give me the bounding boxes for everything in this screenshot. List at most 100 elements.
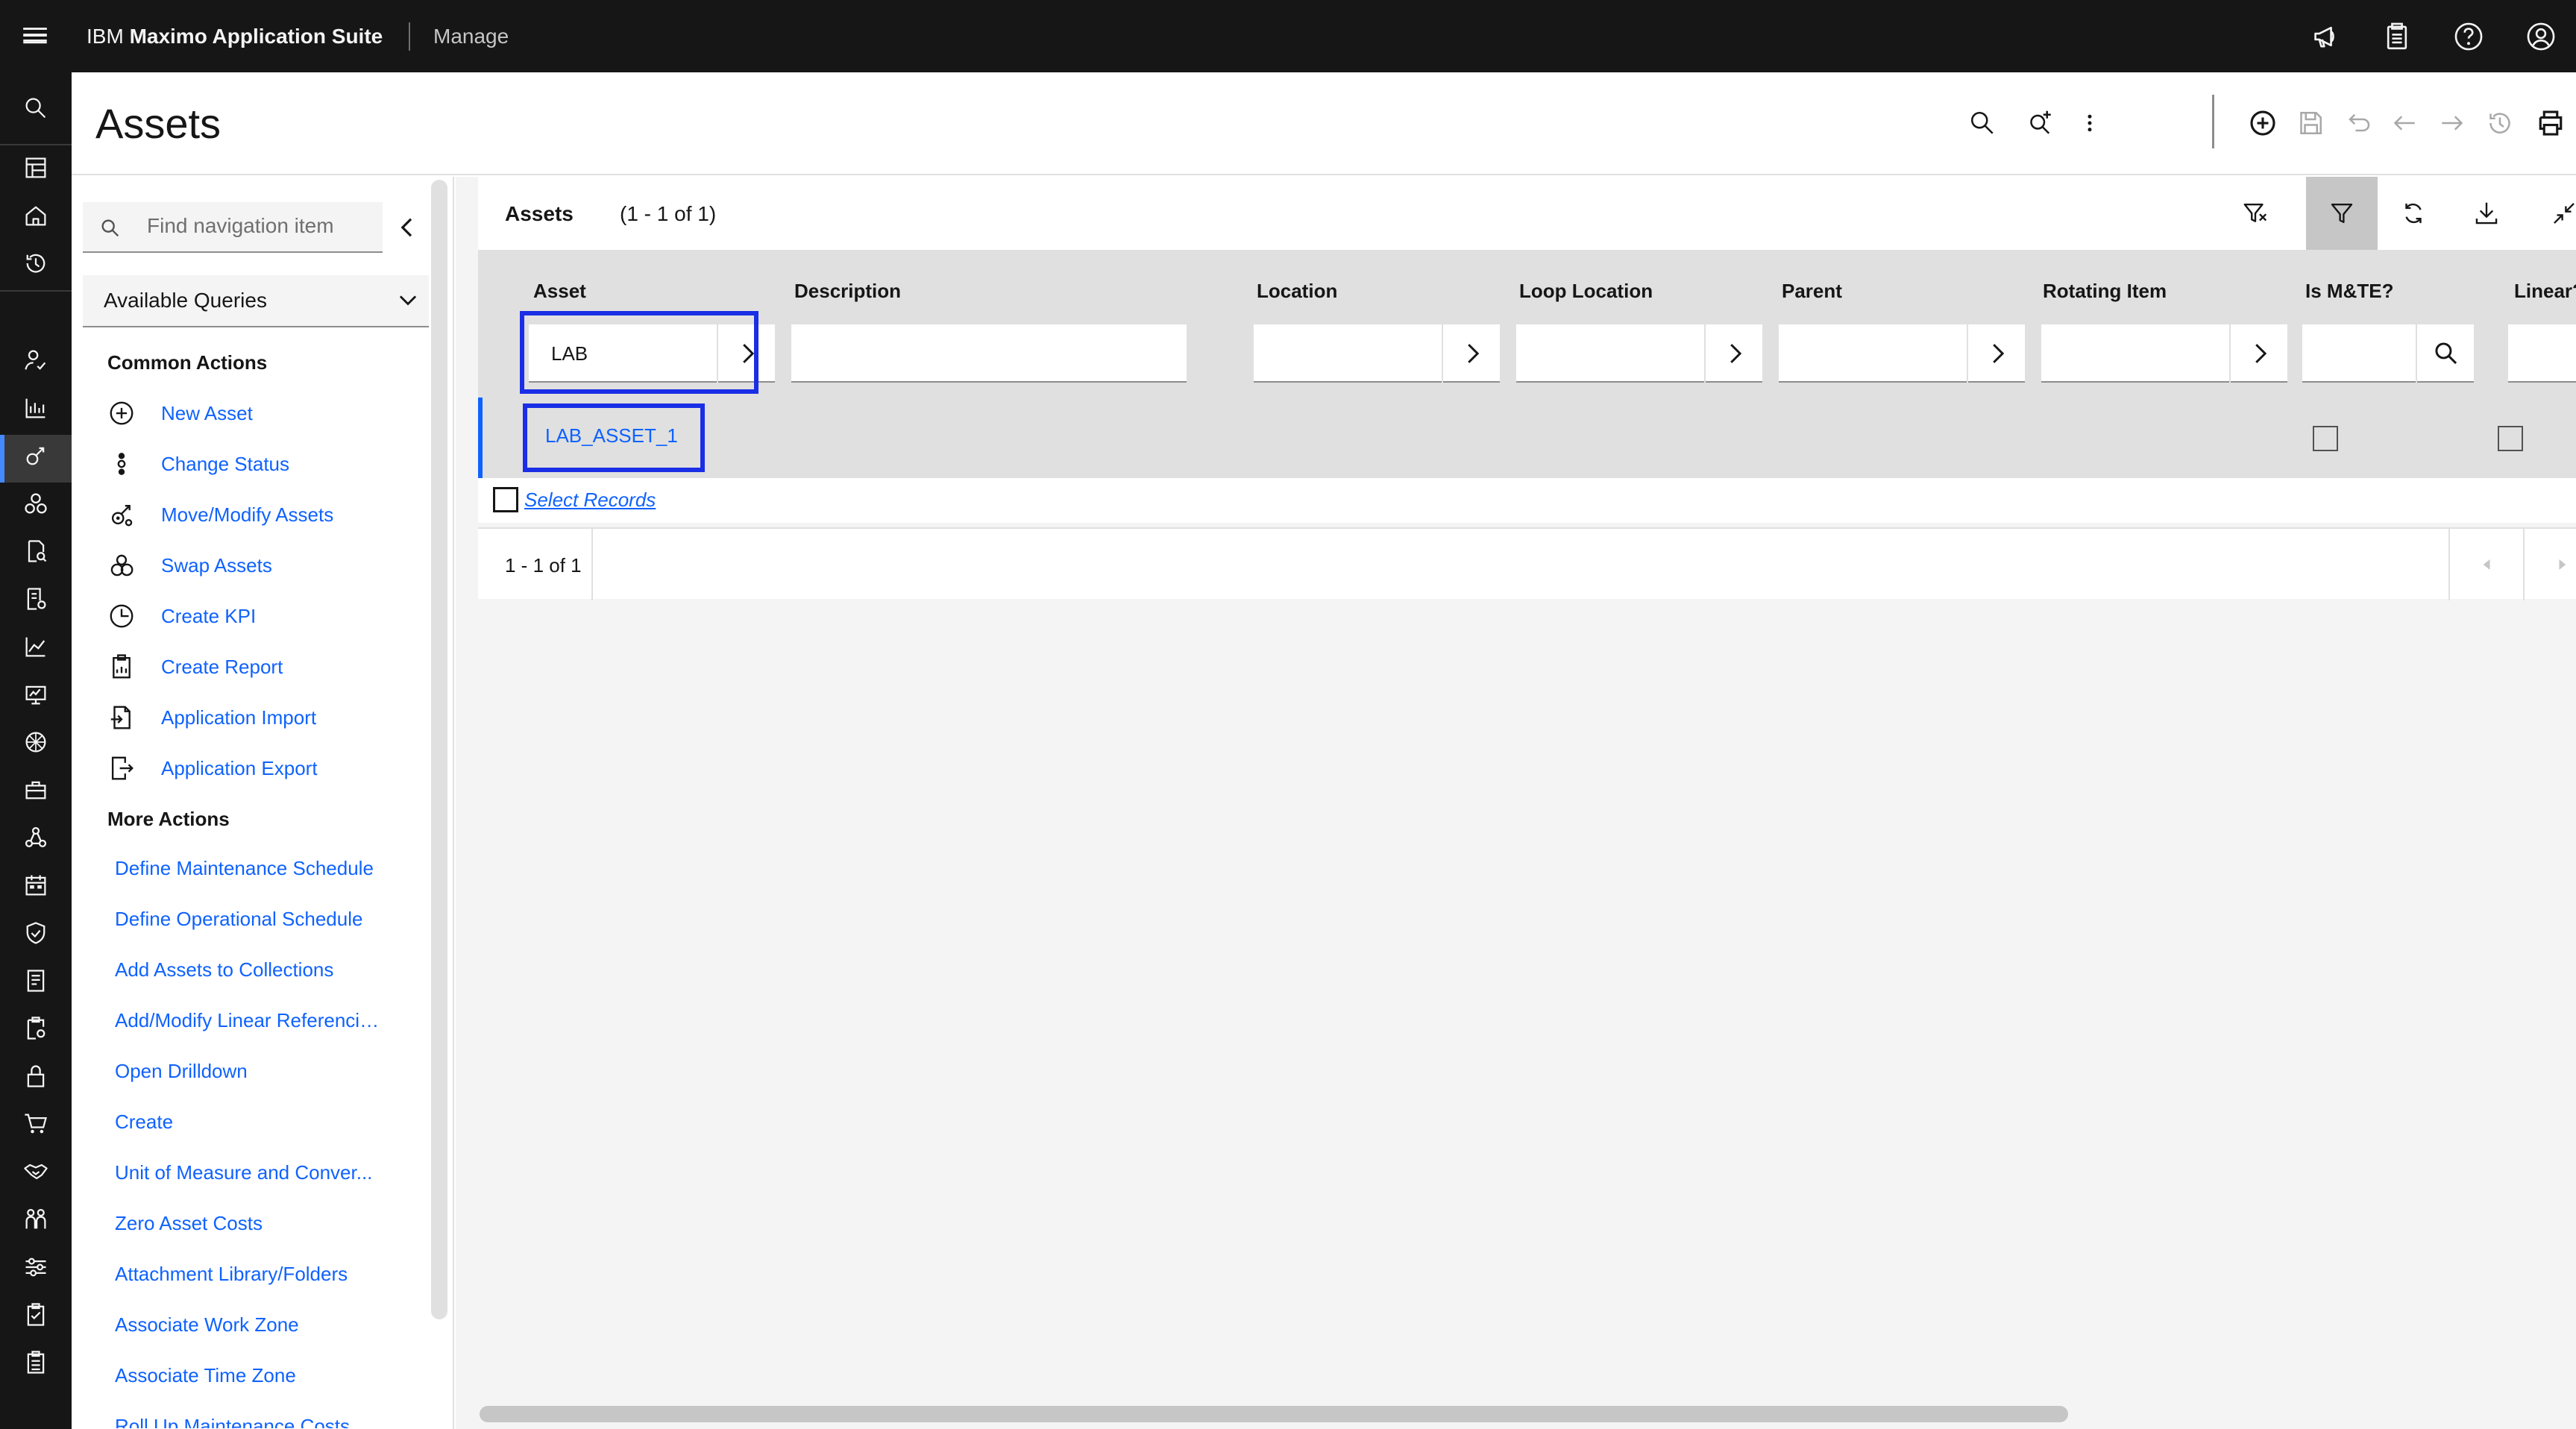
more-action-add-modify-linear-referencing[interactable]: Add/Modify Linear Referencin... — [115, 1003, 436, 1037]
help-icon[interactable] — [2453, 21, 2484, 52]
checklist-icon[interactable] — [22, 1301, 49, 1328]
collapse-panel-chevron-left-icon[interactable] — [392, 213, 422, 242]
calendar-icon[interactable] — [22, 872, 49, 899]
more-action-associate-time-zone[interactable]: Associate Time Zone — [115, 1358, 436, 1392]
more-action-open-drilldown[interactable]: Open Drilldown — [115, 1054, 436, 1088]
more-action-attachment-library[interactable]: Attachment Library/Folders — [115, 1257, 469, 1291]
column-header-loop-location[interactable]: Loop Location — [1519, 280, 1653, 303]
next-page-button[interactable] — [2523, 529, 2576, 600]
trend-chart-icon[interactable] — [22, 633, 49, 660]
more-action-zero-asset-costs[interactable]: Zero Asset Costs — [115, 1206, 436, 1240]
action-label: Change Status — [161, 453, 290, 475]
inspection-icon[interactable] — [22, 585, 49, 612]
hamburger-menu-icon[interactable] — [19, 21, 51, 52]
arrow-right-icon[interactable] — [2437, 108, 2467, 138]
work-order-icon[interactable] — [22, 538, 49, 565]
column-header-linear[interactable]: Linear? — [2514, 280, 2576, 303]
linear-filter-input[interactable] — [2508, 324, 2576, 383]
overflow-menu-icon[interactable] — [2075, 108, 2105, 138]
rotating-assets-icon[interactable] — [22, 490, 49, 517]
column-header-is-mte[interactable]: Is M&TE? — [2305, 280, 2393, 303]
column-header-rotating-item[interactable]: Rotating Item — [2043, 280, 2167, 303]
is-mte-filter-input[interactable] — [2302, 324, 2474, 383]
filter-toggle-active[interactable] — [2306, 177, 2378, 250]
toolbox-icon[interactable] — [22, 776, 49, 803]
user-avatar-icon[interactable] — [2525, 21, 2557, 52]
action-application-import[interactable]: Application Import — [107, 700, 436, 736]
people-icon[interactable] — [22, 1206, 49, 1233]
handshake-icon[interactable] — [22, 1158, 49, 1185]
home-icon[interactable] — [22, 202, 49, 229]
previous-page-button[interactable] — [2448, 529, 2523, 600]
clipboard-icon[interactable] — [2381, 21, 2413, 52]
analytics-icon[interactable] — [22, 395, 49, 421]
description-filter-input[interactable] — [791, 324, 1187, 383]
column-header-description[interactable]: Description — [794, 280, 901, 303]
search-icon[interactable] — [22, 95, 49, 122]
action-swap-assets[interactable]: Swap Assets — [107, 548, 436, 584]
column-header-parent[interactable]: Parent — [1782, 280, 1842, 303]
table-row[interactable]: LAB_ASSET_1 — [478, 398, 2576, 478]
dashboard-icon[interactable] — [22, 154, 49, 181]
find-navigation-search[interactable]: Find navigation item — [83, 202, 383, 253]
user-activity-icon[interactable] — [22, 347, 49, 374]
advanced-search-icon[interactable] — [2026, 108, 2055, 138]
settings-sliders-icon[interactable] — [22, 1254, 49, 1281]
report-list-icon[interactable] — [22, 1349, 49, 1376]
rotating-item-filter-input[interactable] — [2041, 324, 2287, 383]
more-action-unit-of-measure[interactable]: Unit of Measure and Conver... — [115, 1155, 469, 1190]
rotating-item-filter-lookup-button[interactable] — [2229, 324, 2287, 383]
loop-location-filter-lookup-button[interactable] — [1704, 324, 1762, 383]
more-action-define-maintenance-schedule[interactable]: Define Maintenance Schedule — [115, 851, 436, 885]
action-move-modify-assets[interactable]: Move/Modify Assets — [107, 497, 436, 533]
hierarchy-icon[interactable] — [22, 824, 49, 851]
print-icon[interactable] — [2536, 108, 2566, 138]
clear-filter-icon[interactable] — [2241, 199, 2269, 227]
assets-icon[interactable] — [22, 442, 49, 469]
parent-filter-lookup-button[interactable] — [1967, 324, 2025, 383]
document-icon[interactable] — [22, 967, 49, 994]
arrow-left-icon[interactable] — [2390, 108, 2419, 138]
action-create-report[interactable]: Create Report — [107, 650, 436, 685]
is-mte-filter-search-button[interactable] — [2416, 324, 2474, 383]
more-action-add-assets-to-collections[interactable]: Add Assets to Collections — [115, 952, 436, 987]
action-new-asset[interactable]: New Asset — [107, 396, 436, 432]
action-application-export[interactable]: Application Export — [107, 751, 436, 787]
is-mte-checkbox[interactable] — [2313, 426, 2338, 451]
more-action-define-operational-schedule[interactable]: Define Operational Schedule — [115, 902, 436, 936]
more-action-roll-up-maintenance-costs[interactable]: Roll Up Maintenance Costs — [115, 1409, 436, 1428]
shield-check-icon[interactable] — [22, 920, 49, 946]
location-filter-input[interactable] — [1254, 324, 1500, 383]
horizontal-scrollbar[interactable] — [480, 1406, 2068, 1422]
parent-filter-input[interactable] — [1779, 324, 2025, 383]
add-circle-icon[interactable] — [2248, 108, 2278, 138]
save-icon[interactable] — [2296, 108, 2325, 138]
shopping-cart-icon[interactable] — [22, 1111, 49, 1137]
history-icon[interactable] — [2485, 108, 2515, 138]
column-header-location[interactable]: Location — [1257, 280, 1337, 303]
linear-checkbox[interactable] — [2498, 426, 2523, 451]
minimize-icon[interactable] — [2550, 199, 2576, 227]
location-filter-lookup-button[interactable] — [1442, 324, 1500, 383]
refresh-icon[interactable] — [2399, 199, 2428, 227]
action-change-status[interactable]: Change Status — [107, 447, 436, 483]
more-action-create[interactable]: Create — [115, 1105, 469, 1139]
undo-icon[interactable] — [2343, 108, 2372, 138]
recent-history-icon[interactable] — [22, 250, 49, 277]
network-icon[interactable] — [22, 729, 49, 756]
download-icon[interactable] — [2472, 199, 2501, 227]
monitor-icon[interactable] — [22, 681, 49, 708]
lock-icon[interactable] — [22, 1063, 49, 1090]
column-header-asset[interactable]: Asset — [533, 280, 586, 303]
select-records-checkbox[interactable] — [493, 487, 518, 512]
search-icon[interactable] — [1967, 108, 1997, 138]
clipboard-search-icon[interactable] — [22, 1015, 49, 1042]
available-queries-dropdown[interactable]: Available Queries — [83, 275, 429, 327]
loop-location-filter-input[interactable] — [1516, 324, 1762, 383]
more-action-associate-work-zone[interactable]: Associate Work Zone — [115, 1307, 436, 1342]
megaphone-icon[interactable] — [2310, 21, 2342, 52]
nav-scrollbar[interactable] — [431, 180, 447, 1319]
brand-title[interactable]: IBM Maximo Application Suite — [87, 0, 383, 72]
select-records-link[interactable]: Select Records — [524, 489, 656, 512]
action-create-kpi[interactable]: Create KPI — [107, 599, 436, 635]
